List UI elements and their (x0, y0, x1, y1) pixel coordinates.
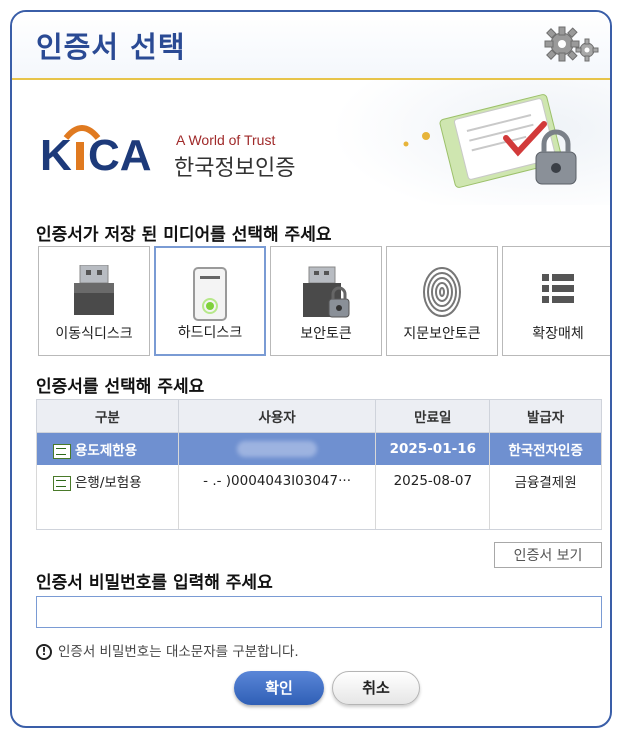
security-token-icon (301, 265, 351, 325)
password-input[interactable] (36, 596, 602, 628)
media-selector: 이동식디스크 하드디스크 보안토큰 지문보안토큰 확장매체 (38, 246, 610, 356)
certificate-table: 구분 사용자 만료일 발급자 용도제한용 2025-01-16 한국전자인증 은… (36, 399, 602, 530)
cert-user-cell (177, 432, 377, 465)
view-certificate-button[interactable]: 인증서 보기 (494, 542, 602, 568)
media-tile-removable-disk[interactable]: 이동식디스크 (38, 246, 150, 356)
settings-gear-icon[interactable] (542, 24, 600, 64)
password-notice: ! 인증서 비밀번호는 대소문자를 구분합니다. (36, 640, 299, 660)
redacted-user (237, 441, 318, 457)
table-header: 구분 사용자 만료일 발급자 (36, 399, 602, 433)
certificate-icon (53, 443, 71, 459)
column-header-expiry[interactable]: 만료일 (375, 399, 491, 433)
logo-org-name: 한국정보인증 (174, 156, 296, 181)
media-tile-fingerprint-token[interactable]: 지문보안토큰 (386, 246, 498, 356)
media-label: 이동식디스크 (55, 326, 133, 342)
cert-type: 용도제한용 (75, 443, 138, 459)
svg-text:CA: CA (88, 131, 152, 172)
certificate-lock-icon (386, 86, 596, 200)
cert-expiry: 2025-08-07 (375, 465, 491, 497)
column-header-user[interactable]: 사용자 (177, 399, 377, 433)
media-tile-extended-media[interactable]: 확장매체 (502, 246, 610, 356)
cert-user: - .- )0004043I03047··· (177, 465, 377, 497)
confirm-button[interactable]: 확인 (234, 671, 324, 705)
media-label: 지문보안토큰 (403, 326, 481, 342)
cert-type: 은행/보험용 (75, 475, 142, 491)
column-header-type[interactable]: 구분 (36, 399, 179, 433)
dialog-title: 인증서 선택 (36, 30, 186, 64)
cert-expiry: 2025-01-16 (375, 432, 491, 465)
table-row-empty (36, 497, 602, 530)
info-icon: ! (36, 644, 52, 660)
media-label: 확장매체 (532, 326, 584, 342)
kica-logo: K CA (40, 116, 172, 180)
kica-banner: K CA A World of Trust 한국정보인증 (12, 80, 610, 205)
cert-type-cell: 용도제한용 (36, 432, 179, 465)
certificate-dialog: 인증서 선택 K CA A World of Trust 한국정보인증 인증서가… (10, 10, 612, 728)
logo-slogan: A World of Trust (176, 132, 276, 148)
cert-issuer: 한국전자인증 (489, 432, 602, 465)
cancel-button[interactable]: 취소 (332, 671, 420, 705)
media-tile-hard-disk[interactable]: 하드디스크 (154, 246, 266, 356)
media-heading: 인증서가 저장 된 미디어를 선택해 주세요 (36, 225, 332, 245)
usb-drive-icon (72, 264, 116, 319)
table-row[interactable]: 은행/보험용 - .- )0004043I03047··· 2025-08-07… (36, 465, 602, 497)
fingerprint-icon (420, 265, 464, 323)
svg-text:K: K (40, 131, 72, 172)
column-header-issuer[interactable]: 발급자 (489, 399, 602, 433)
media-label: 하드디스크 (177, 325, 243, 341)
cert-issuer: 금융결제원 (489, 465, 602, 497)
password-heading: 인증서 비밀번호를 입력해 주세요 (36, 573, 273, 593)
media-label: 보안토큰 (300, 326, 352, 342)
cert-list-heading: 인증서를 선택해 주세요 (36, 377, 205, 397)
list-icon (540, 271, 576, 311)
certificate-icon (53, 475, 71, 491)
notice-text: 인증서 비밀번호는 대소문자를 구분합니다. (58, 644, 299, 660)
media-tile-security-token[interactable]: 보안토큰 (270, 246, 382, 356)
hard-disk-icon (190, 266, 230, 326)
table-row[interactable]: 용도제한용 2025-01-16 한국전자인증 (36, 432, 602, 465)
title-bar: 인증서 선택 (12, 12, 610, 80)
cert-type-cell: 은행/보험용 (36, 465, 179, 497)
